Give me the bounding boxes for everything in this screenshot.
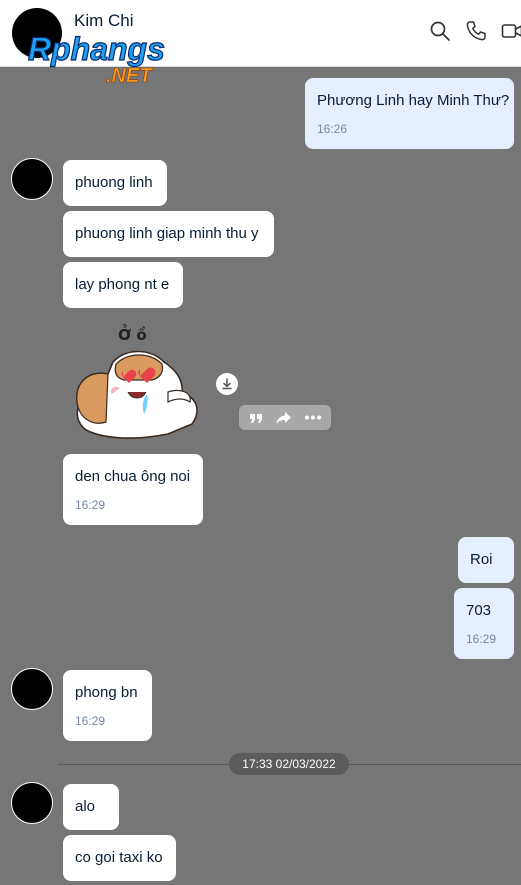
forward-icon — [276, 412, 291, 424]
message-time: 16:29 — [466, 632, 497, 646]
search-icon[interactable] — [429, 20, 451, 42]
message-bubble[interactable]: phuong linh giap minh thu y — [63, 211, 274, 257]
message-bubble[interactable]: den chua ông noi 16:29 — [63, 454, 203, 525]
message-text: phuong linh giap minh thu y — [75, 225, 259, 242]
message-bubble[interactable]: phong bn 16:29 — [63, 670, 152, 741]
message-text: den chua ông noi — [75, 468, 191, 485]
message-bubble[interactable]: 703 16:29 — [454, 588, 514, 659]
message-time: 16:29 — [75, 498, 106, 512]
svg-text:Ở ồ: Ở ồ — [118, 323, 147, 344]
contact-name[interactable]: Kim Chi — [74, 11, 134, 31]
message-bubble[interactable]: Phương Linh hay Minh Thư? 16:26 — [305, 78, 514, 149]
more-dots-icon — [305, 415, 321, 420]
rphangs-logo: Rphangs .NET — [27, 30, 165, 87]
quote-reply-button[interactable] — [247, 405, 265, 430]
message-text: Roi — [470, 551, 493, 568]
message-text: lay phong nt e — [75, 276, 170, 293]
hamster-sticker[interactable]: Ở ồ — [68, 322, 203, 440]
more-options-button[interactable] — [303, 405, 323, 430]
message-time: 16:29 — [75, 714, 106, 728]
download-button[interactable] — [216, 373, 238, 395]
sender-avatar[interactable] — [11, 782, 53, 824]
message-bubble[interactable]: co goi taxi ko — [63, 835, 176, 881]
video-call-icon[interactable] — [501, 20, 521, 42]
message-bubble[interactable]: lay phong nt e — [63, 262, 183, 308]
forward-button[interactable] — [274, 405, 294, 430]
message-bubble[interactable]: alo — [63, 784, 119, 830]
svg-text:Rphangs: Rphangs — [28, 31, 165, 67]
message-bubble[interactable]: Roi — [458, 537, 514, 583]
quote-icon — [250, 414, 262, 423]
message-text: co goi taxi ko — [75, 849, 163, 866]
svg-text:.NET: .NET — [106, 65, 153, 87]
date-separator: 17:33 02/03/2022 — [229, 753, 349, 775]
message-bubble[interactable]: phuong linh — [63, 160, 167, 206]
message-action-bar — [239, 405, 331, 430]
phone-icon[interactable] — [465, 20, 487, 42]
message-text: 703 — [466, 602, 492, 619]
message-time: 16:26 — [317, 122, 348, 136]
download-icon — [222, 378, 232, 390]
sender-avatar[interactable] — [11, 158, 53, 200]
message-text: phuong linh — [75, 174, 153, 191]
message-text: Phương Linh hay Minh Thư? — [317, 92, 510, 109]
message-text: alo — [75, 798, 96, 815]
message-text: phong bn — [75, 684, 138, 701]
sender-avatar[interactable] — [11, 668, 53, 710]
